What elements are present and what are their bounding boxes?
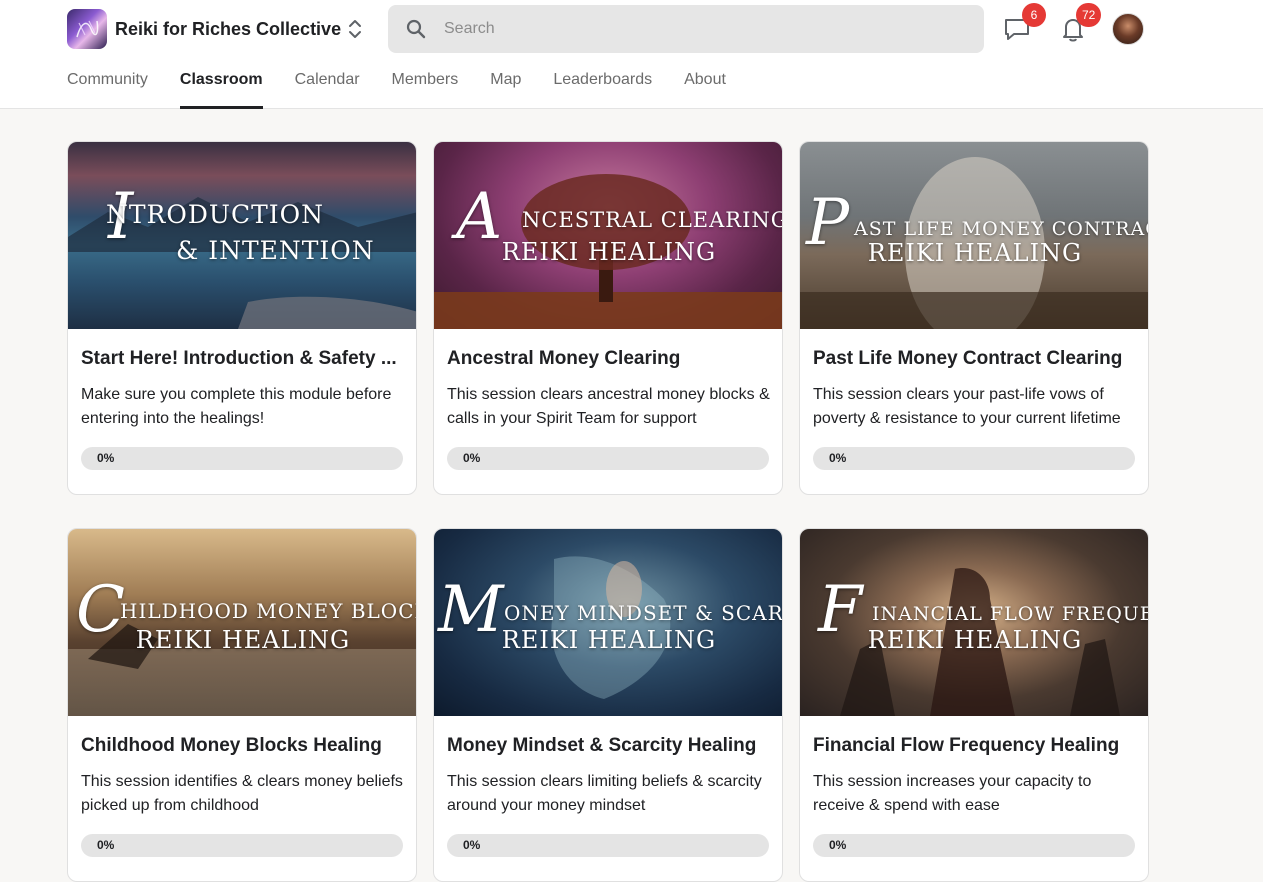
tab-community[interactable]: Community [67,59,148,109]
progress-label: 0% [829,838,847,852]
course-description: This session clears limiting beliefs & s… [447,773,762,814]
progress-label: 0% [829,451,847,465]
community-logo [67,9,107,49]
course-description: This session clears your past-life vows … [813,386,1121,427]
course-description: Make sure you complete this module befor… [81,386,392,427]
chat-button[interactable]: 6 [1002,3,1046,44]
course-title: Ancestral Money Clearing [447,348,681,369]
chat-badge: 6 [1022,3,1046,27]
course-progress-bar: 0% [813,834,1135,857]
course-card[interactable]: C HILDHOOD MONEY BLOCKS REIKI HEALING Ch… [67,528,417,882]
course-card[interactable]: P AST LIFE MONEY CONTRACTS REIKI HEALING… [799,141,1149,495]
tab-classroom[interactable]: Classroom [179,59,263,109]
course-cover-image: M ONEY MINDSET & SCARCITY REIKI HEALING [434,529,783,716]
course-progress-bar: 0% [813,447,1135,470]
course-card[interactable]: F INANCIAL FLOW FREQUENCY REIKI HEALING … [799,528,1149,882]
tab-calendar[interactable]: Calendar [295,59,360,109]
cover-line1: AST LIFE MONEY CONTRACTS [854,218,1148,240]
community-brand[interactable]: Reiki for Riches Collective [67,9,341,49]
cover-line2: REIKI HEALING [501,238,717,266]
tab-map[interactable]: Map [490,59,521,109]
search-input[interactable] [444,20,944,38]
course-card[interactable]: A NCESTRAL CLEARING REIKI HEALING Ancest… [433,141,783,495]
course-title: Financial Flow Frequency Healing [813,735,1120,756]
course-title: Start Here! Introduction & Safety ... [81,348,397,369]
cover-line2: REIKI HEALING [867,239,1083,267]
course-cover-image: F INANCIAL FLOW FREQUENCY REIKI HEALING [800,529,1148,716]
course-cover-image: C HILDHOOD MONEY BLOCKS REIKI HEALING [68,529,417,716]
tab-about[interactable]: About [684,59,726,109]
nav-tabs: Community Classroom Calendar Members Map… [67,59,758,109]
cover-line1: ONEY MINDSET & SCARCITY [504,601,783,625]
course-title: Money Mindset & Scarcity Healing [447,735,757,756]
course-progress-bar: 0% [81,447,403,470]
course-cover-image: I NTRODUCTION & INTENTION [68,142,416,329]
user-avatar[interactable] [1112,13,1144,45]
course-progress-bar: 0% [81,834,403,857]
cover-line2: & INTENTION [176,236,375,265]
course-title: Childhood Money Blocks Healing [81,735,382,756]
course-progress-bar: 0% [447,834,769,857]
course-cover-image: P AST LIFE MONEY CONTRACTS REIKI HEALING [800,142,1148,329]
cover-line1: NCESTRAL CLEARING [522,208,783,232]
cover-line2: REIKI HEALING [867,626,1083,654]
course-description: This session identifies & clears money b… [81,773,403,814]
cover-line1: INANCIAL FLOW FREQUENCY [872,603,1148,625]
progress-label: 0% [97,451,115,465]
course-cover-image: A NCESTRAL CLEARING REIKI HEALING [434,142,783,329]
search-icon [404,17,428,41]
course-card[interactable]: I NTRODUCTION & INTENTION Start Here! In… [67,141,417,495]
course-title: Past Life Money Contract Clearing [813,348,1123,369]
progress-label: 0% [463,451,481,465]
cover-line2: REIKI HEALING [135,626,351,654]
cover-line2: REIKI HEALING [501,626,717,654]
notifications-button[interactable]: 72 [1058,3,1102,44]
community-switcher-icon[interactable] [345,17,365,41]
tab-members[interactable]: Members [392,59,459,109]
cover-line1: HILDHOOD MONEY BLOCKS [120,599,417,623]
community-name: Reiki for Riches Collective [115,18,342,39]
course-description: This session clears ancestral money bloc… [447,386,770,427]
cover-line1: NTRODUCTION [106,200,325,229]
course-progress-bar: 0% [447,447,769,470]
tab-leaderboards[interactable]: Leaderboards [553,59,652,109]
progress-label: 0% [97,838,115,852]
course-card[interactable]: M ONEY MINDSET & SCARCITY REIKI HEALING … [433,528,783,882]
search-bar[interactable] [388,5,984,53]
top-header: Reiki for Riches Collective 6 72 Commu [0,0,1263,109]
progress-label: 0% [463,838,481,852]
course-description: This session increases your capacity to … [813,773,1092,814]
notifications-badge: 72 [1076,3,1102,27]
